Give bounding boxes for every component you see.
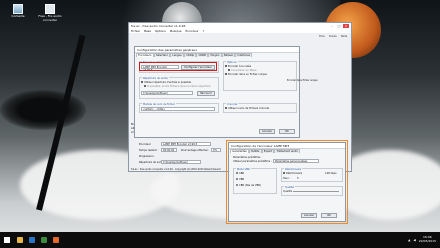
desktop-icon-recycle-bin[interactable]: Corbeille bbox=[4, 4, 32, 19]
progress-label: Progression: bbox=[139, 155, 155, 158]
desktop-icon-label: Corbeille bbox=[11, 14, 25, 18]
menu-base[interactable]: Base bbox=[144, 29, 151, 33]
taskbar-app-store[interactable] bbox=[38, 232, 50, 248]
unicode-frame-label: Unicode bbox=[226, 102, 239, 106]
menu-bar: Fichier Base Options Musique Encodeur ? bbox=[129, 29, 351, 33]
menu-fichier[interactable]: Fichier bbox=[131, 29, 140, 33]
desktop-icon-label: Free - Fre audio converter bbox=[38, 14, 62, 22]
clock[interactable]: 16:06 22/05/2015 bbox=[419, 236, 436, 243]
taskbar-app-browser[interactable] bbox=[26, 232, 38, 248]
tab-plugins[interactable]: Plugins bbox=[208, 53, 222, 57]
checkbox[interactable] bbox=[225, 73, 228, 76]
checkbox[interactable] bbox=[228, 69, 231, 72]
taskbar: ▲ ◀ 16:06 22/05/2015 bbox=[0, 232, 440, 248]
checkbox[interactable] bbox=[225, 65, 228, 68]
taskbar-app-explorer[interactable] bbox=[14, 232, 26, 248]
checkbox[interactable] bbox=[141, 81, 144, 84]
explorer-icon bbox=[17, 237, 23, 243]
filename-frame-label: Modèle de nom de fichier bbox=[142, 102, 176, 106]
unicode-filenames-option[interactable]: Utiliser noms de fichiers Unicode bbox=[225, 107, 269, 110]
footer-copyright: fre:ac - free audio converter v1.0.26 - … bbox=[131, 168, 221, 171]
tab-selector[interactable]: Sélecteur bbox=[153, 53, 171, 57]
volume-icon[interactable]: ◀ bbox=[413, 238, 415, 242]
shortcut-icon bbox=[45, 4, 55, 14]
encoder-select[interactable]: LAME MP3 Encoder v3.99.5 bbox=[161, 142, 211, 146]
dialog-title: Configuration des paramètres généraux bbox=[137, 47, 198, 52]
output-dir-value[interactable]: C:\Users\pmi\Music\ bbox=[161, 160, 201, 164]
percent-label: Pourcentage effectué: bbox=[181, 149, 209, 152]
wallpaper-tree-crown bbox=[0, 90, 86, 130]
percent-value: 0% bbox=[211, 148, 221, 152]
window-title: fre:ac - free audio converter v1.0.26 bbox=[131, 24, 186, 28]
tab-cdrip[interactable]: CDRip bbox=[183, 53, 197, 57]
tab-interfaces[interactable]: Interfaces bbox=[235, 53, 253, 57]
checkbox-label: Utiliser noms de fichiers Unicode bbox=[227, 107, 270, 111]
menu-help[interactable]: ? bbox=[203, 29, 205, 33]
column-duration[interactable]: Durée bbox=[329, 35, 337, 38]
menu-musique[interactable]: Musique bbox=[170, 29, 182, 33]
start-button[interactable] bbox=[0, 232, 14, 248]
checkbox-label: Encoder dans un fichier unique bbox=[227, 73, 267, 77]
filename-pattern-input[interactable]: <artist> - <title> bbox=[141, 107, 215, 111]
settings-tabs: Encodeurs Sélecteur Langue CDRip CDDB Pl… bbox=[135, 53, 299, 57]
tab-language[interactable]: Langue bbox=[170, 53, 184, 57]
browser-icon bbox=[29, 237, 35, 243]
option-single-file[interactable]: Encoder dans un fichier unique bbox=[225, 73, 267, 76]
checkbox[interactable] bbox=[225, 107, 228, 110]
checkbox-label: Utiliser répertoire d'entrée si possible bbox=[143, 81, 191, 85]
menu-options[interactable]: Options bbox=[155, 29, 166, 33]
checkbox[interactable] bbox=[144, 85, 147, 88]
freac-icon bbox=[53, 237, 59, 243]
highlight-box bbox=[226, 140, 348, 224]
time-remaining-label: Temps restant: bbox=[139, 149, 158, 152]
general-settings-dialog: Configuration des paramètres généraux En… bbox=[134, 46, 318, 138]
general-ok-button[interactable]: OK bbox=[279, 129, 295, 134]
output-check-same-dir[interactable]: Si possible, écrire fichiers dans le mêm… bbox=[144, 85, 211, 88]
output-frame-label: Répertoire de sortie bbox=[142, 76, 169, 80]
column-title[interactable]: Titre bbox=[319, 35, 325, 38]
maximize-button[interactable]: □ bbox=[336, 24, 342, 28]
system-tray: ▲ ◀ 16:06 22/05/2015 bbox=[408, 236, 440, 243]
highlight-box bbox=[139, 62, 217, 71]
checkbox-label: Conversion en Wave bbox=[230, 69, 257, 73]
option-wave[interactable]: Conversion en Wave bbox=[228, 69, 257, 72]
checkbox-label: Si possible, écrire fichiers dans le mêm… bbox=[146, 85, 211, 89]
windows-icon bbox=[4, 237, 10, 243]
option-on-the-fly[interactable]: Encoder à la volée bbox=[225, 65, 251, 68]
clock-date: 22/05/2015 bbox=[418, 239, 436, 243]
output-path-input[interactable]: C:\Users\pmi\Music\ bbox=[141, 91, 193, 95]
browse-button[interactable]: Parcourir bbox=[197, 90, 215, 96]
minimize-button[interactable]: – bbox=[329, 24, 335, 28]
options-frame-label: Options bbox=[226, 60, 238, 64]
tab-encoders[interactable]: Encodeurs bbox=[136, 53, 154, 57]
option-single-file-alt: Encoder dans fichier unique bbox=[287, 79, 318, 82]
checkbox-label: Encoder à la volée bbox=[227, 65, 252, 69]
track-list-header: Titre Durée Taille bbox=[319, 35, 347, 38]
time-remaining-value: 00:00:00 bbox=[161, 148, 177, 152]
tab-cddb[interactable]: CDDB bbox=[196, 53, 209, 57]
network-icon[interactable]: ▲ bbox=[408, 238, 410, 242]
store-icon bbox=[41, 237, 47, 243]
column-size[interactable]: Taille bbox=[341, 35, 348, 38]
taskbar-app-freac[interactable] bbox=[50, 232, 62, 248]
desktop-icon-freac[interactable]: Free - Fre audio converter bbox=[36, 4, 64, 22]
encoder-label: Encodeur bbox=[139, 143, 151, 146]
menu-encodeur[interactable]: Encodeur bbox=[185, 29, 198, 33]
general-cancel-button[interactable]: Annuler bbox=[259, 129, 275, 134]
close-button[interactable]: ✕ bbox=[343, 24, 349, 28]
output-check-input-dir[interactable]: Utiliser répertoire d'entrée si possible bbox=[141, 81, 191, 84]
tab-tags[interactable]: Balises bbox=[221, 53, 236, 57]
recycle-bin-icon bbox=[13, 4, 23, 14]
